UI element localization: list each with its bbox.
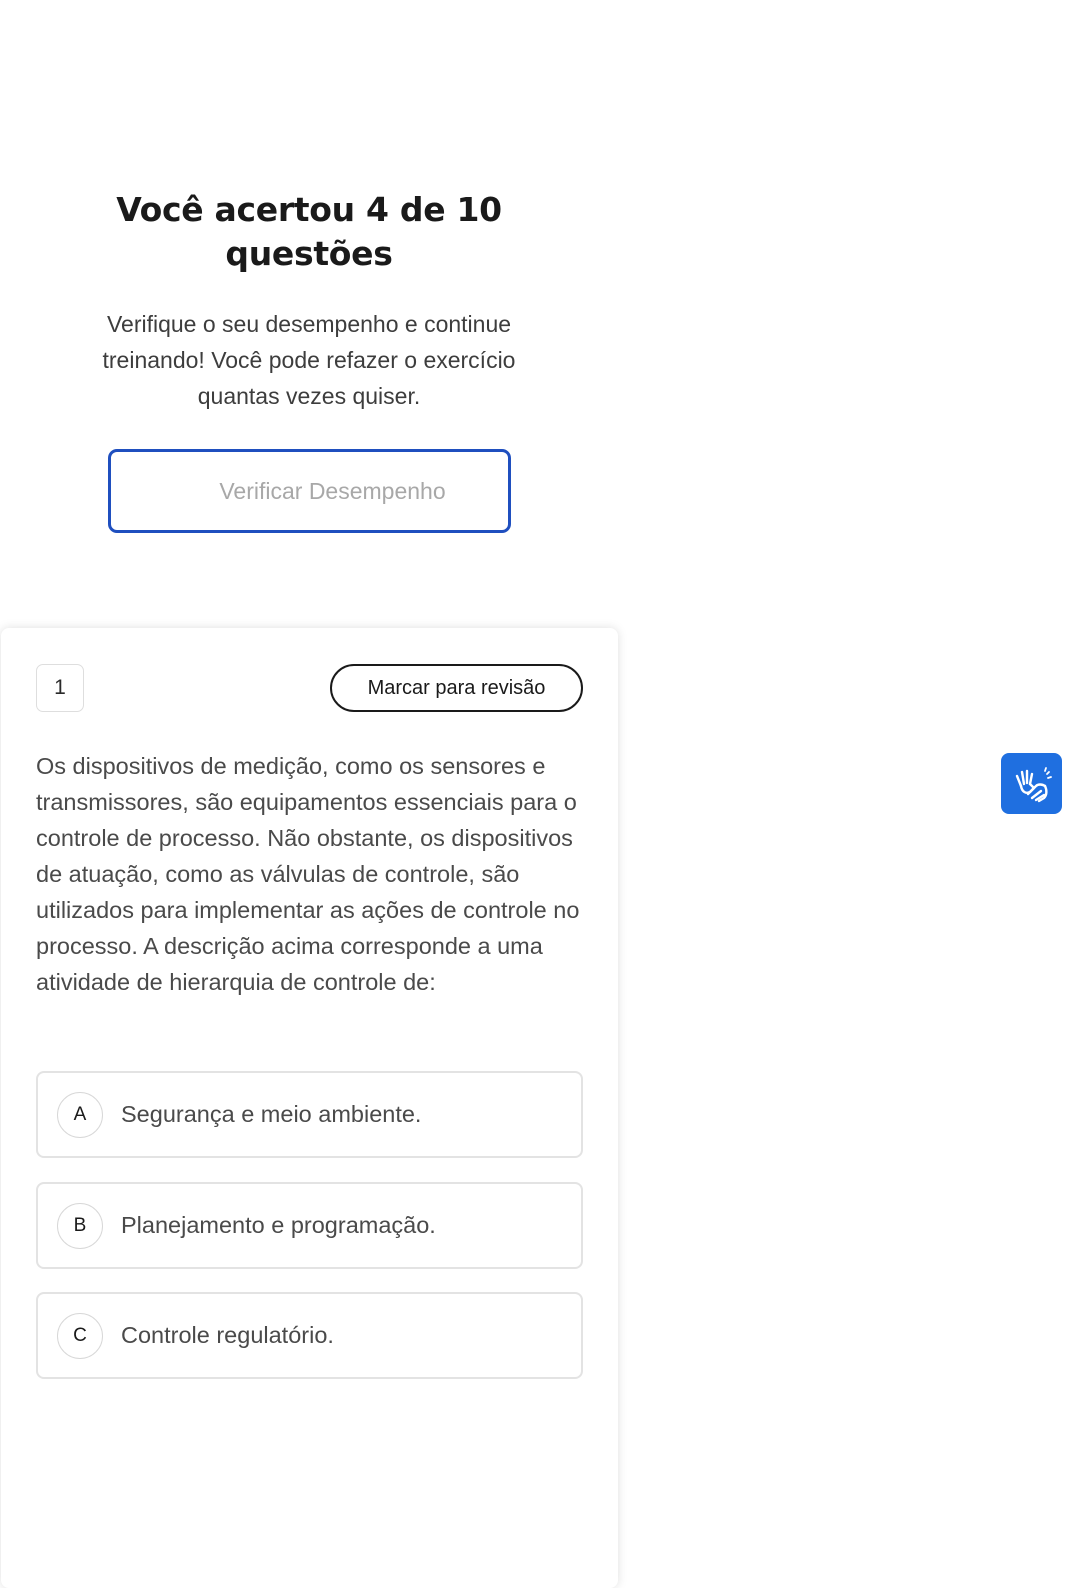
question-number: 1 bbox=[36, 664, 84, 712]
result-title: Você acertou 4 de 10 questões bbox=[116, 190, 502, 273]
option-letter: B bbox=[57, 1202, 103, 1249]
option-b[interactable]: B Planejamento e programação. bbox=[36, 1182, 583, 1269]
result-subtitle: Verifique o seu desempenho e continue tr… bbox=[102, 311, 516, 409]
option-text: Controle regulatório. bbox=[121, 1322, 334, 1348]
option-text: Segurança e meio ambiente. bbox=[121, 1101, 422, 1127]
option-c[interactable]: C Controle regulatório. bbox=[36, 1292, 583, 1379]
mark-for-review-button[interactable]: Marcar para revisão bbox=[330, 664, 583, 712]
question-card: 1 Marcar para revisão Os dispositivos de… bbox=[1, 628, 618, 1588]
option-a[interactable]: A Segurança e meio ambiente. bbox=[36, 1071, 583, 1158]
option-letter: C bbox=[57, 1312, 103, 1359]
option-text: Planejamento e programação. bbox=[121, 1212, 436, 1238]
option-letter: A bbox=[57, 1091, 103, 1138]
verify-performance-label: Verificar Desempenho bbox=[219, 477, 446, 504]
sign-language-button[interactable] bbox=[1001, 753, 1062, 814]
sign-language-icon bbox=[1015, 766, 1052, 802]
verify-performance-button[interactable]: Verificar Desempenho bbox=[108, 449, 511, 533]
question-text: Os dispositivos de medição, como os sens… bbox=[36, 753, 580, 995]
